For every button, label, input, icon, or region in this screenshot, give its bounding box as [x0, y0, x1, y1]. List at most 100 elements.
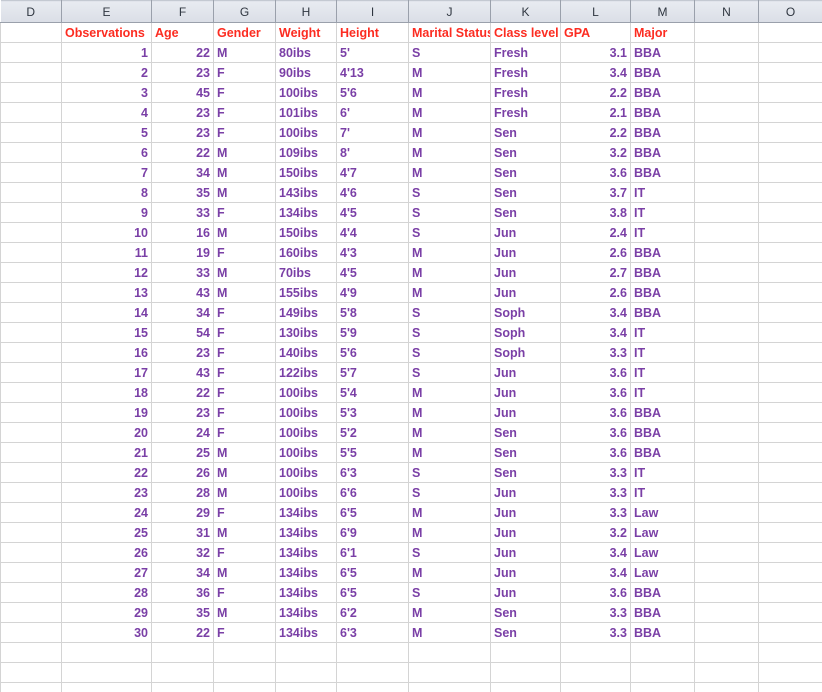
cell-age[interactable]: 23 — [151, 122, 214, 143]
cell-marital-status[interactable]: S — [408, 222, 491, 243]
empty-cell[interactable] — [0, 642, 62, 663]
cell-height[interactable]: 4'6 — [336, 182, 409, 203]
cell-weight[interactable]: 90ibs — [275, 62, 337, 83]
cell-gpa[interactable]: 3.6 — [560, 162, 631, 183]
cell-empty-o[interactable] — [758, 202, 822, 223]
empty-cell[interactable] — [560, 682, 631, 692]
table-row[interactable]: 29 35 M 134ibs 6'2 M Sen 3.3 BBA — [0, 602, 822, 623]
cell-height[interactable]: 4'5 — [336, 202, 409, 223]
header-cell-gender[interactable]: Gender — [213, 22, 276, 43]
cell-observations[interactable]: 1 — [61, 42, 152, 63]
cell-gender[interactable]: F — [213, 302, 276, 323]
empty-cell[interactable] — [213, 642, 276, 663]
cell-empty-n[interactable] — [694, 282, 759, 303]
table-row[interactable]: 13 43 M 155ibs 4'9 M Jun 2.6 BBA — [0, 282, 822, 303]
cell-empty-n[interactable] — [694, 242, 759, 263]
cell-weight[interactable]: 155ibs — [275, 282, 337, 303]
cell-major[interactable]: Law — [630, 502, 695, 523]
cell-empty-d[interactable] — [0, 402, 62, 423]
cell-age[interactable]: 29 — [151, 502, 214, 523]
cell-age[interactable]: 23 — [151, 62, 214, 83]
cell-observations[interactable]: 26 — [61, 542, 152, 563]
cell-height[interactable]: 5'2 — [336, 422, 409, 443]
cell-gpa[interactable]: 3.6 — [560, 582, 631, 603]
cell-weight[interactable]: 134ibs — [275, 542, 337, 563]
cell-height[interactable]: 5'6 — [336, 342, 409, 363]
cell-gpa[interactable]: 3.2 — [560, 522, 631, 543]
spreadsheet-grid[interactable]: DEFGHIJKLMNO Observations Age Gender Weight… — [0, 0, 822, 692]
cell-weight[interactable]: 109ibs — [275, 142, 337, 163]
cell-gpa[interactable]: 3.4 — [560, 322, 631, 343]
empty-cell[interactable] — [213, 682, 276, 692]
header-cell-age[interactable]: Age — [151, 22, 214, 43]
cell-marital-status[interactable]: S — [408, 42, 491, 63]
empty-cell[interactable] — [336, 662, 409, 683]
table-row[interactable]: 26 32 F 134ibs 6'1 S Jun 3.4 Law — [0, 542, 822, 563]
cell-height[interactable]: 5'7 — [336, 362, 409, 383]
empty-cell[interactable] — [630, 682, 695, 692]
cell-marital-status[interactable]: S — [408, 462, 491, 483]
cell-height[interactable]: 6'1 — [336, 542, 409, 563]
empty-cell[interactable] — [694, 662, 759, 683]
cell-empty-o[interactable] — [758, 502, 822, 523]
cell-major[interactable]: IT — [630, 382, 695, 403]
header-cell-weight[interactable]: Weight — [275, 22, 337, 43]
cell-weight[interactable]: 149ibs — [275, 302, 337, 323]
column-letter-o[interactable]: O — [758, 0, 822, 23]
cell-major[interactable]: Law — [630, 522, 695, 543]
cell-marital-status[interactable]: M — [408, 262, 491, 283]
cell-gender[interactable]: F — [213, 62, 276, 83]
cell-empty-o[interactable] — [758, 162, 822, 183]
cell-height[interactable]: 4'4 — [336, 222, 409, 243]
cell-empty-d[interactable] — [0, 242, 62, 263]
table-row[interactable]: 1 22 M 80ibs 5' S Fresh 3.1 BBA — [0, 42, 822, 63]
cell-class-level[interactable]: Fresh — [490, 82, 561, 103]
cell-gpa[interactable]: 3.8 — [560, 202, 631, 223]
cell-empty-n[interactable] — [694, 382, 759, 403]
empty-cell[interactable] — [151, 662, 214, 683]
cell-gpa[interactable]: 3.4 — [560, 302, 631, 323]
cell-weight[interactable]: 100ibs — [275, 442, 337, 463]
cell-major[interactable]: BBA — [630, 102, 695, 123]
cell-marital-status[interactable]: S — [408, 202, 491, 223]
cell-observations[interactable]: 20 — [61, 422, 152, 443]
cell-weight[interactable]: 134ibs — [275, 622, 337, 643]
cell-observations[interactable]: 29 — [61, 602, 152, 623]
cell-empty-o[interactable] — [758, 62, 822, 83]
cell-weight[interactable]: 134ibs — [275, 522, 337, 543]
cell-weight[interactable]: 100ibs — [275, 422, 337, 443]
cell-height[interactable]: 6'2 — [336, 602, 409, 623]
cell-empty-n[interactable] — [694, 42, 759, 63]
cell-weight[interactable]: 100ibs — [275, 462, 337, 483]
cell-empty-n[interactable] — [694, 462, 759, 483]
cell-empty-o[interactable] — [758, 282, 822, 303]
cell-weight[interactable]: 100ibs — [275, 82, 337, 103]
empty-cell[interactable] — [560, 662, 631, 683]
cell-major[interactable]: BBA — [630, 82, 695, 103]
cell-class-level[interactable]: Fresh — [490, 102, 561, 123]
cell-age[interactable]: 19 — [151, 242, 214, 263]
column-letter-f[interactable]: F — [151, 0, 214, 23]
empty-cell[interactable] — [151, 682, 214, 692]
cell-age[interactable]: 16 — [151, 222, 214, 243]
cell-empty-o[interactable] — [758, 362, 822, 383]
cell-empty-o[interactable] — [758, 242, 822, 263]
cell-gender[interactable]: M — [213, 282, 276, 303]
cell-class-level[interactable]: Jun — [490, 522, 561, 543]
cell-empty-o[interactable] — [758, 142, 822, 163]
cell-gpa[interactable]: 3.3 — [560, 462, 631, 483]
cell-class-level[interactable]: Fresh — [490, 42, 561, 63]
cell-gpa[interactable]: 3.3 — [560, 502, 631, 523]
cell-height[interactable]: 6' — [336, 102, 409, 123]
data-table[interactable]: DEFGHIJKLMNO Observations Age Gender Weight… — [0, 0, 822, 692]
cell-class-level[interactable]: Sen — [490, 462, 561, 483]
empty-cell[interactable] — [0, 662, 62, 683]
cell-empty-n[interactable] — [694, 362, 759, 383]
cell-gpa[interactable]: 2.7 — [560, 262, 631, 283]
cell-gpa[interactable]: 2.1 — [560, 102, 631, 123]
cell-gender[interactable]: M — [213, 462, 276, 483]
cell-observations[interactable]: 16 — [61, 342, 152, 363]
cell-age[interactable]: 31 — [151, 522, 214, 543]
table-row[interactable]: 17 43 F 122ibs 5'7 S Jun 3.6 IT — [0, 362, 822, 383]
cell-gender[interactable]: M — [213, 162, 276, 183]
